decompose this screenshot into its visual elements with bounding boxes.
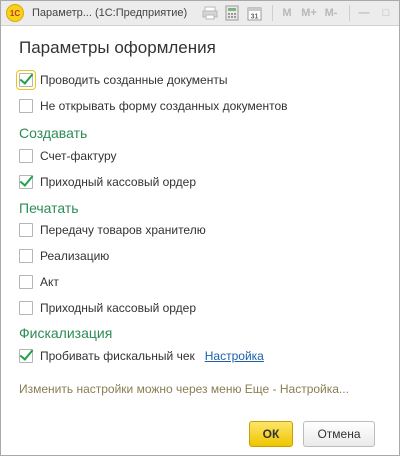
settings-link[interactable]: Настройка	[205, 349, 264, 363]
print-icon[interactable]	[201, 4, 219, 22]
title-toolbar: 31 M M+ M- — □ ✕	[201, 4, 400, 22]
option-no-open-form[interactable]: Не открывать форму созданных документов	[19, 97, 288, 115]
memory-plus-button[interactable]: M+	[300, 4, 318, 22]
checkbox[interactable]	[19, 249, 33, 263]
toolbar-separator	[349, 5, 350, 21]
calendar-icon[interactable]: 31	[245, 4, 263, 22]
option-print-cash-receipt[interactable]: Приходный кассовый ордер	[19, 299, 196, 317]
option-post-documents[interactable]: Проводить созданные документы	[16, 70, 228, 90]
section-create-title: Создавать	[19, 125, 88, 141]
maximize-icon[interactable]: □	[377, 4, 395, 22]
checkbox[interactable]	[19, 175, 33, 189]
checkbox-label: Приходный кассовый ордер	[40, 175, 197, 189]
checkbox-label: Счет-фактуру	[40, 149, 117, 163]
dialog-window: 1С Параметр... (1С:Предприятие) 31 M M+ …	[0, 0, 400, 456]
checkbox[interactable]	[16, 70, 36, 90]
section-print-title: Печатать	[19, 200, 79, 216]
toolbar-separator	[272, 5, 273, 21]
option-print-sale[interactable]: Реализацию	[19, 247, 109, 265]
section-fiscal-title: Фискализация	[19, 325, 113, 341]
checkbox-label: Не открывать форму созданных документов	[40, 99, 288, 113]
option-print-transfer[interactable]: Передачу товаров хранителю	[19, 221, 206, 239]
title-bar: 1С Параметр... (1С:Предприятие) 31 M M+ …	[1, 1, 399, 26]
memory-minus-button[interactable]: M-	[322, 4, 340, 22]
checkbox[interactable]	[19, 275, 33, 289]
cancel-button[interactable]: Отмена	[303, 421, 375, 447]
memory-m-button[interactable]: M	[278, 4, 296, 22]
option-invoice[interactable]: Счет-фактуру	[19, 147, 117, 165]
settings-hint: Изменить настройки можно через меню Еще …	[19, 382, 349, 396]
window-title: Параметр... (1С:Предприятие)	[32, 7, 188, 19]
checkbox[interactable]	[19, 301, 33, 315]
minimize-icon[interactable]: —	[355, 4, 373, 22]
checkbox-label: Передачу товаров хранителю	[40, 223, 206, 237]
checkbox-label: Пробивать фискальный чек	[40, 349, 195, 363]
checkbox-label: Акт	[40, 275, 59, 289]
option-fiscal-receipt[interactable]: Пробивать фискальный чек Настройка	[19, 347, 264, 365]
checkbox-label: Проводить созданные документы	[40, 73, 228, 87]
checkbox[interactable]	[19, 149, 33, 163]
option-create-cash-receipt[interactable]: Приходный кассовый ордер	[19, 173, 196, 191]
calculator-icon[interactable]	[223, 4, 241, 22]
app-logo-icon[interactable]: 1С	[6, 4, 24, 22]
option-print-act[interactable]: Акт	[19, 273, 59, 291]
checkbox[interactable]	[19, 223, 33, 237]
page-title: Параметры оформления	[19, 38, 216, 57]
app-logo-text: 1С	[9, 8, 21, 18]
svg-text:31: 31	[250, 13, 258, 20]
checkbox[interactable]	[19, 99, 33, 113]
checkbox-label: Реализацию	[40, 249, 110, 263]
checkbox-label: Приходный кассовый ордер	[40, 301, 197, 315]
ok-button[interactable]: ОК	[249, 421, 293, 447]
checkbox[interactable]	[19, 349, 33, 363]
